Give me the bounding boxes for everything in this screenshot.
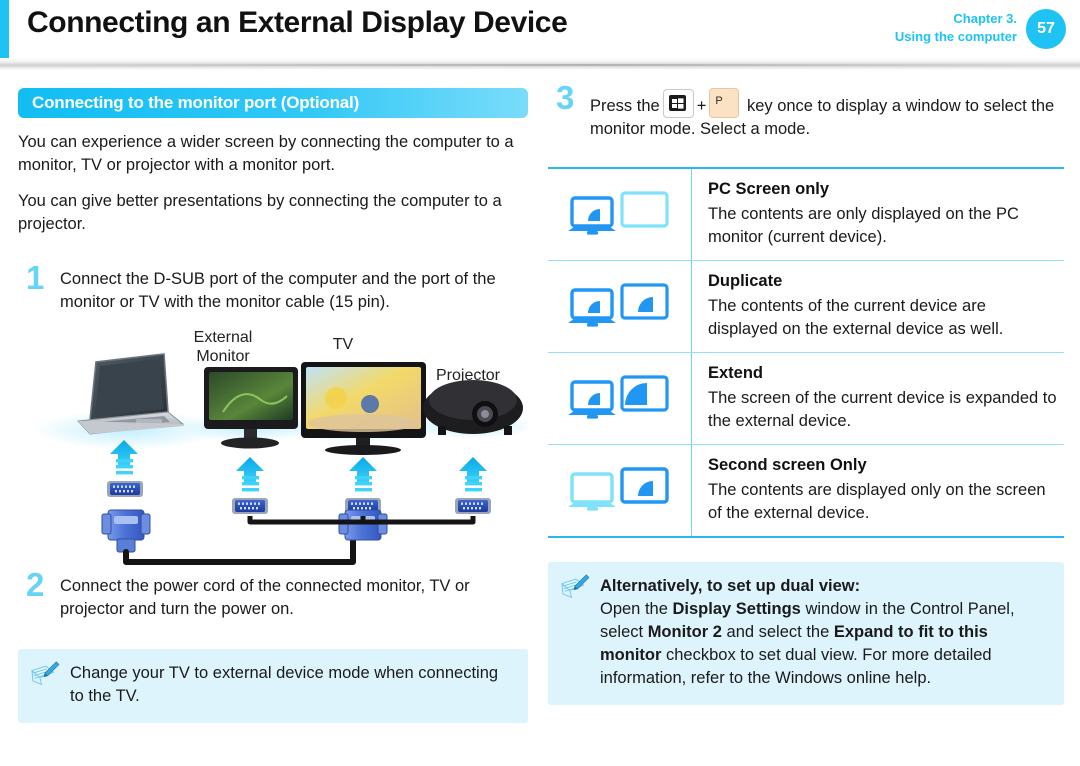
page-title: Connecting an External Display Device: [27, 6, 568, 39]
table-row[interactable]: Second screen Only The contents are disp…: [548, 444, 1064, 536]
header-divider: [0, 58, 1080, 70]
mode-title: Extend: [708, 364, 764, 382]
diagram-graphic: [33, 353, 528, 565]
note-bold-monitor-2: Monitor 2: [647, 623, 722, 641]
mode-description: The contents of the current device are d…: [708, 297, 1004, 338]
connection-diagram: External Monitor TV Projector: [18, 326, 528, 571]
intro-paragraph-2: You can give better presentations by con…: [18, 192, 502, 233]
duplicate-icon: [567, 282, 669, 327]
windows-logo-glyph: [671, 98, 684, 109]
mode-text-cell: Duplicate The contents of the current de…: [692, 261, 1064, 352]
display-mode-table: PC Screen only The contents are only dis…: [548, 167, 1064, 538]
plus-sign: +: [696, 97, 707, 115]
mode-title: Second screen Only: [708, 456, 867, 474]
tv-mode-note-text: Change your TV to external device mode w…: [70, 664, 499, 705]
chapter-name: Using the computer: [894, 29, 1017, 44]
mode-icon-cell: [548, 169, 692, 260]
mode-icon-cell: [548, 353, 692, 444]
p-key-label: P: [715, 95, 723, 107]
mode-description: The contents are displayed only on the s…: [708, 481, 1046, 522]
mode-description: The contents are only displayed on the P…: [708, 205, 1019, 246]
step-3-text-before: Press the: [590, 97, 660, 115]
windows-key-icon: [662, 89, 694, 118]
page-header: Connecting an External Display Device Ch…: [0, 0, 1080, 58]
step-1-text: Connect the D-SUB port of the computer a…: [60, 270, 496, 311]
intro-paragraph-1: You can experience a wider screen by con…: [18, 133, 514, 174]
mode-text-cell: PC Screen only The contents are only dis…: [692, 169, 1064, 260]
mode-text-cell: Extend The screen of the current device …: [692, 353, 1064, 444]
p-key-icon: P: [709, 88, 740, 118]
note-pen-icon: [31, 661, 60, 686]
extend-icon: [567, 374, 669, 419]
step-2-number: 2: [26, 566, 45, 603]
step-2-text: Connect the power cord of the connected …: [60, 577, 470, 618]
mode-title: PC Screen only: [708, 180, 830, 198]
step-1-number: 1: [26, 259, 45, 296]
mode-icon-cell: [548, 445, 692, 536]
page-number-badge: 57: [1026, 9, 1066, 49]
header-accent-bar: [0, 0, 9, 58]
step-3-number: 3: [556, 79, 575, 116]
dual-view-note-title: Alternatively, to set up dual view:: [600, 577, 861, 595]
note-pen-icon: [561, 574, 590, 599]
table-row[interactable]: Duplicate The contents of the current de…: [548, 260, 1064, 352]
mode-title: Duplicate: [708, 272, 783, 290]
right-column: 3 Press the + P key once to display a wind…: [548, 81, 1064, 705]
step-2: 2 Connect the power cord of the connecte…: [18, 568, 528, 621]
chapter-number: Chapter 3.: [953, 11, 1017, 26]
step-1: 1 Connect the D-SUB port of the computer…: [18, 261, 528, 314]
table-row[interactable]: PC Screen only The contents are only dis…: [548, 169, 1064, 260]
note-text-1: Open the: [600, 600, 673, 618]
note-bold-display-settings: Display Settings: [672, 600, 801, 618]
mode-description: The screen of the current device is expa…: [708, 389, 1057, 430]
dual-view-note: Alternatively, to set up dual view: Open…: [548, 562, 1064, 705]
note-text-3: and select the: [721, 623, 834, 641]
section-title: Connecting to the monitor port (Optional…: [32, 93, 360, 112]
pc-screen-only-icon: [567, 190, 669, 235]
second-screen-only-icon: [567, 466, 669, 511]
mode-icon-cell: [548, 261, 692, 352]
table-row[interactable]: Extend The screen of the current device …: [548, 352, 1064, 444]
mode-text-cell: Second screen Only The contents are disp…: [692, 445, 1064, 536]
tv-mode-note: Change your TV to external device mode w…: [18, 649, 528, 723]
left-column: Connecting to the monitor port (Optional…: [18, 88, 528, 723]
step-3: 3 Press the + P key once to display a wind…: [548, 81, 1064, 141]
dual-view-note-body: Open the Display Settings window in the …: [600, 598, 1050, 690]
section-header-bar: Connecting to the monitor port (Optional…: [18, 88, 528, 118]
chapter-label: Chapter 3. Using the computer: [895, 10, 1017, 46]
